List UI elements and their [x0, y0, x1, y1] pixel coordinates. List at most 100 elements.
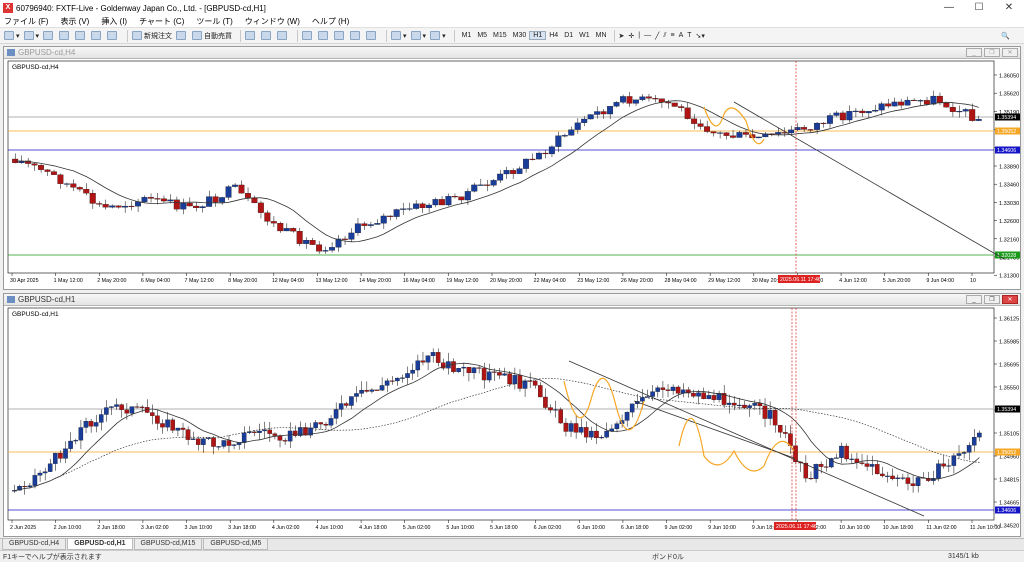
maximize-button[interactable]: ☐: [964, 0, 994, 16]
timeframe-m15[interactable]: M15: [490, 32, 510, 39]
bullish-candle: [135, 201, 141, 207]
timeframe-m30[interactable]: M30: [510, 32, 530, 39]
chart-restore-button[interactable]: ❐: [984, 295, 1000, 304]
periods-button[interactable]: ▾: [410, 31, 426, 40]
strategy-tester-button[interactable]: [107, 31, 119, 40]
crosshair-tool-button[interactable]: ✛: [628, 32, 634, 40]
navigator-button[interactable]: [75, 31, 87, 40]
profiles-button[interactable]: ▾: [23, 31, 39, 40]
terminal-button[interactable]: [91, 31, 103, 40]
timeframe-h1[interactable]: H1: [529, 31, 547, 40]
bullish-candle: [430, 352, 436, 356]
chart-close-button[interactable]: ✕: [1002, 295, 1018, 304]
bullish-candle: [432, 199, 439, 206]
bearish-candle: [645, 96, 652, 99]
bullish-candle: [946, 465, 951, 467]
fibonacci-tool-button[interactable]: ≡: [670, 32, 674, 39]
bearish-candle: [864, 463, 870, 467]
chart-minimize-button[interactable]: _: [966, 48, 982, 57]
cursor-time-label: 2025.06.11 17:46: [776, 524, 817, 530]
bullish-candle: [904, 99, 911, 106]
cursor-tool-button[interactable]: ➤: [619, 32, 625, 40]
price-axis-label: 1.34665: [999, 501, 1019, 507]
close-button[interactable]: ✕: [994, 0, 1024, 16]
market-watch-button[interactable]: [43, 31, 55, 40]
menu-chart[interactable]: チャート (C): [139, 16, 184, 27]
vertical-line-tool-button[interactable]: |: [638, 32, 640, 39]
search-icon[interactable]: 🔍: [1001, 32, 1010, 40]
bearish-candle: [226, 440, 232, 446]
timeframe-d1[interactable]: D1: [561, 32, 576, 39]
menu-insert[interactable]: 挿入 (I): [101, 16, 127, 27]
strategy-tester-icon: [107, 31, 118, 40]
timeframe-w1[interactable]: W1: [576, 32, 593, 39]
chart-close-button[interactable]: ✕: [1002, 48, 1018, 57]
metaeditor-button[interactable]: [176, 31, 188, 40]
tab-gbpusd-m5[interactable]: GBPUSD-cd,M5: [203, 539, 269, 550]
chart-window-h1[interactable]: GBPUSD-cd,H1 _ ❐ ✕ GBPUSD-cd,H1 1.36125 1.…: [3, 293, 1021, 537]
templates-button[interactable]: ▾: [430, 31, 446, 40]
time-axis-label: 10: [970, 278, 976, 284]
bullish-candle: [122, 205, 129, 208]
bearish-candle: [691, 392, 696, 397]
zoom-out-button[interactable]: [318, 31, 330, 40]
price-tag-label: 1.34606: [997, 148, 1016, 154]
timeframe-m1[interactable]: M1: [459, 32, 475, 39]
menu-window[interactable]: ウィンドウ (W): [245, 16, 300, 27]
trendline-tool-button[interactable]: ╱: [655, 32, 659, 40]
chart-restore-button[interactable]: ❐: [984, 48, 1000, 57]
bullish-candle: [865, 111, 872, 114]
new-order-button[interactable]: 新規注文: [132, 31, 172, 41]
bar-chart-button[interactable]: [245, 31, 257, 40]
time-axis-label: 5 Jun 20:00: [883, 278, 911, 284]
tab-gbpusd-h4[interactable]: GBPUSD-cd,H4: [2, 539, 67, 550]
bearish-candle: [31, 163, 38, 166]
time-axis-label: 10 Jun 18:00: [883, 525, 914, 531]
bullish-candle: [83, 421, 89, 428]
time-axis-label: 19 May 12:00: [446, 278, 478, 284]
bullish-candle: [895, 477, 900, 480]
candle-chart-button[interactable]: [261, 31, 273, 40]
bullish-candle: [415, 360, 421, 371]
menu-view[interactable]: 表示 (V): [60, 16, 89, 27]
bullish-candle: [167, 199, 174, 202]
new-chart-button[interactable]: ▾: [4, 31, 20, 40]
label-tool-button[interactable]: T: [687, 32, 691, 39]
zoom-in-button[interactable]: [302, 31, 314, 40]
chart-background: [4, 59, 1020, 289]
timeframe-mn[interactable]: MN: [593, 32, 610, 39]
bearish-candle: [583, 427, 589, 438]
bullish-candle: [338, 403, 344, 410]
tile-windows-button[interactable]: [334, 31, 346, 40]
timeframe-h4[interactable]: H4: [546, 32, 561, 39]
chart-window-h4[interactable]: GBPUSD-cd,H4 _ ❐ ✕ GBPUSD-cd,H4 1.36050 1.…: [3, 46, 1021, 290]
bullish-candle: [767, 410, 773, 419]
tab-gbpusd-h1[interactable]: GBPUSD-cd,H1: [67, 539, 133, 550]
time-axis-label: 16 May 04:00: [403, 278, 435, 284]
bearish-candle: [859, 110, 866, 114]
chart-minimize-button[interactable]: _: [966, 295, 982, 304]
tab-gbpusd-m15[interactable]: GBPUSD-cd,M15: [133, 539, 203, 550]
autoscroll-button[interactable]: [350, 31, 362, 40]
bearish-candle: [323, 423, 329, 426]
text-tool-button[interactable]: A: [679, 32, 684, 39]
arrows-tool-button[interactable]: ➘▾: [696, 32, 705, 40]
chart-canvas-h4[interactable]: GBPUSD-cd,H41.360501.356201.351901.34750…: [4, 59, 1020, 289]
data-window-icon: [59, 31, 70, 40]
line-chart-button[interactable]: [277, 31, 289, 40]
bearish-candle: [296, 231, 303, 244]
channel-tool-button[interactable]: ⫽: [663, 32, 666, 40]
indicators-button[interactable]: ▾: [391, 31, 407, 40]
data-window-button[interactable]: [59, 31, 71, 40]
minimize-button[interactable]: —: [934, 0, 964, 16]
menu-tools[interactable]: ツール (T): [196, 16, 232, 27]
price-tag-label: 1.35394: [997, 115, 1016, 121]
auto-trade-button[interactable]: 自動売買: [192, 31, 232, 41]
menu-help[interactable]: ヘルプ (H): [312, 16, 349, 27]
chart-shift-button[interactable]: [366, 31, 378, 40]
timeframe-m5[interactable]: M5: [474, 32, 490, 39]
chart-canvas-h1[interactable]: GBPUSD-cd,H1 1.36125 1.35985 1.35695 1.35550…: [4, 306, 1020, 536]
menu-file[interactable]: ファイル (F): [4, 16, 48, 27]
horizontal-line-tool-button[interactable]: —: [644, 32, 651, 39]
bearish-candle: [264, 212, 271, 222]
